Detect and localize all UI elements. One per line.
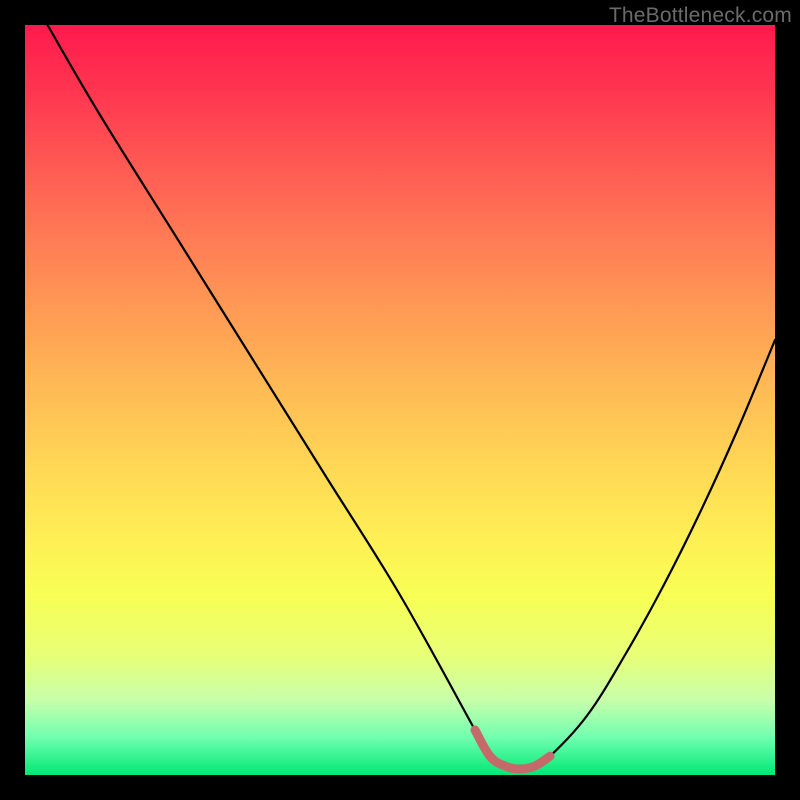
curve-svg [25, 25, 775, 775]
chart-container: TheBottleneck.com [0, 0, 800, 800]
highlight-band-line [475, 730, 550, 769]
plot-area [25, 25, 775, 775]
bottleneck-curve-line [48, 25, 776, 769]
